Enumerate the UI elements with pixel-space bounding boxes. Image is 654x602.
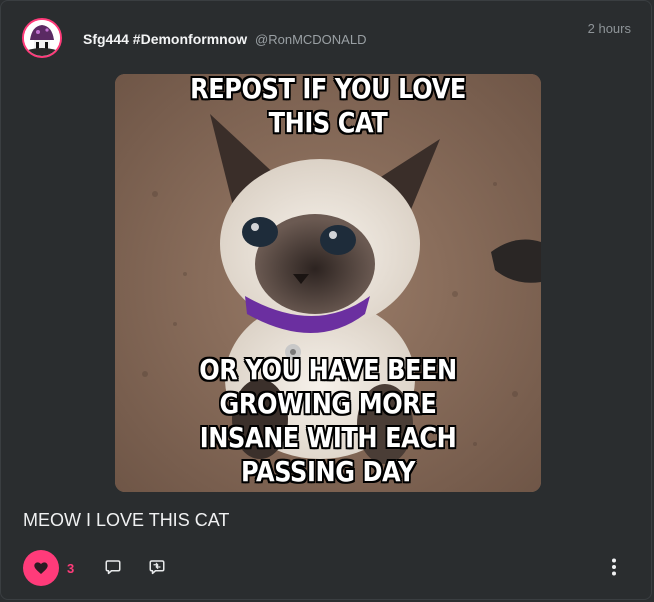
meme-top-text: REPOST IF YOU LOVE THIS CAT [145,74,511,140]
author-handle[interactable]: @RonMCDONALD [255,32,366,47]
like-count: 3 [67,561,75,576]
meme-top-line-2: THIS CAT [268,106,388,139]
post-actions: 3 [1,546,651,590]
avatar[interactable] [22,18,62,58]
meme-bottom-text: OR YOU HAVE BEEN GROWING MORE INSANE WIT… [145,353,511,489]
meme-top-line-1: REPOST IF YOU LOVE [190,74,466,105]
heart-icon [34,562,48,574]
post-caption: MEOW I LOVE THIS CAT [23,510,230,530]
post-card: Sfg444 #Demonformnow @RonMCDONALD 2 hour… [0,0,652,600]
post-image[interactable]: REPOST IF YOU LOVE THIS CAT OR YOU HAVE … [115,74,541,492]
comment-icon [105,560,121,575]
more-options-button[interactable] [604,557,624,577]
share-button[interactable] [147,557,167,577]
comment-button[interactable] [103,557,123,577]
repost-icon [149,560,165,575]
like-button[interactable] [23,550,59,586]
more-vertical-icon [612,558,616,576]
post-timestamp: 2 hours [587,21,631,36]
meme-bottom-line-2: INSANE WITH EACH PASSING DAY [199,421,457,488]
post-author[interactable]: Sfg444 #Demonformnow @RonMCDONALD [83,31,366,48]
avatar-image [24,20,60,56]
author-name[interactable]: Sfg444 #Demonformnow [83,31,247,47]
meme-bottom-line-1: OR YOU HAVE BEEN GROWING MORE [199,353,457,420]
